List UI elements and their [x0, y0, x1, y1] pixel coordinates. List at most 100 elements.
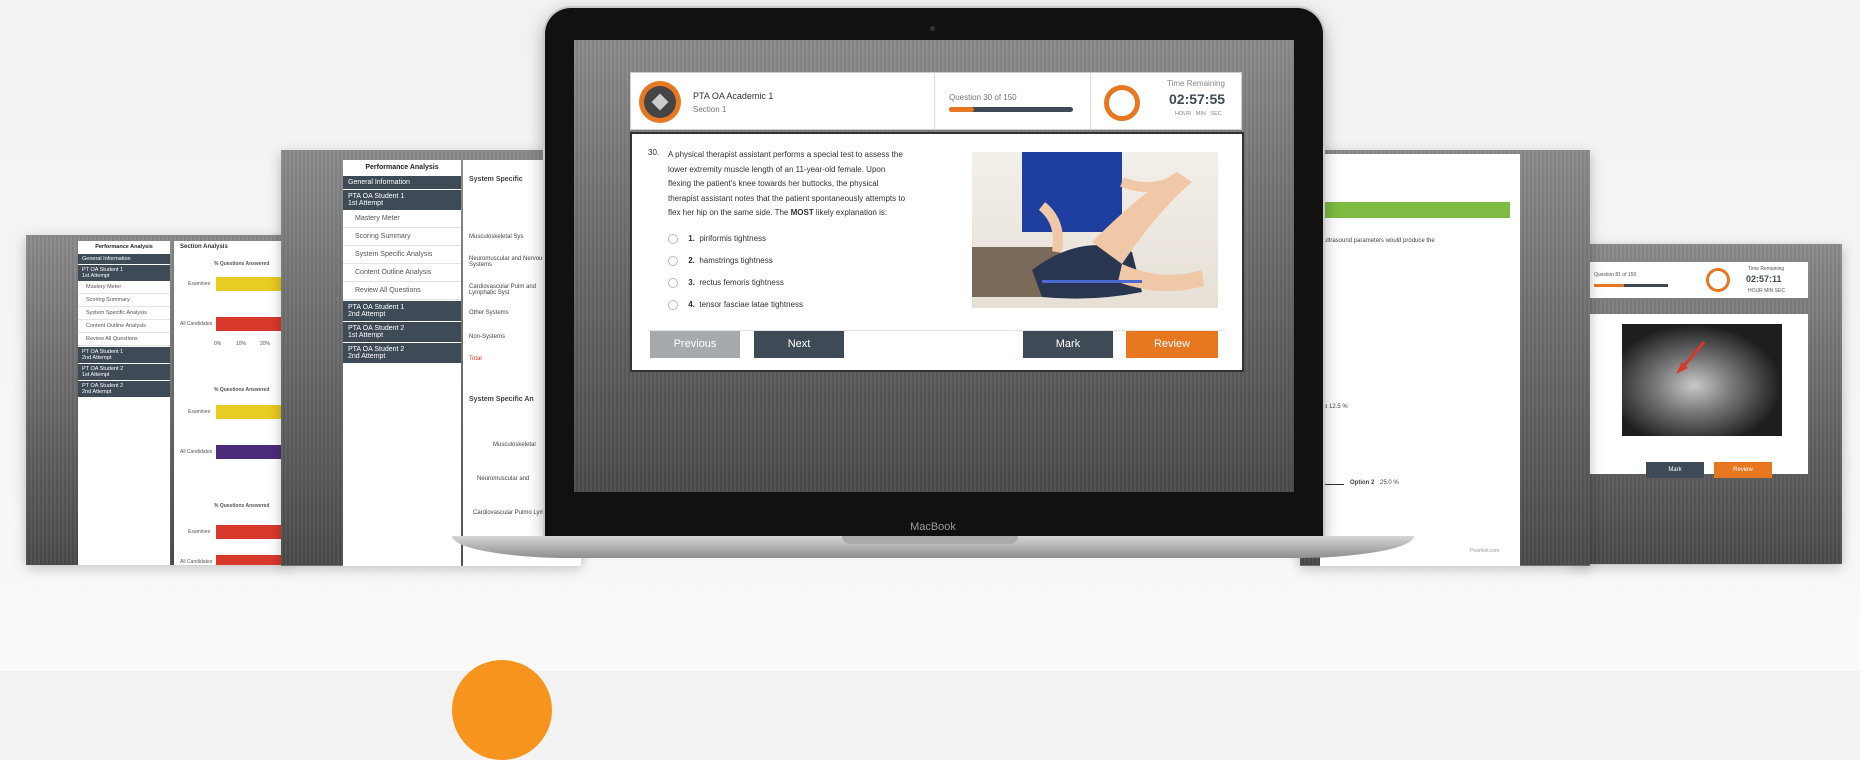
answer-option-1[interactable]: 1. piriformis tightness: [668, 234, 766, 244]
mid-group-1-name: PTA OA Student 1: [348, 304, 405, 311]
radio-3[interactable]: [668, 278, 678, 288]
question-number: 30.: [648, 148, 660, 157]
exam-screen: PTA OA Academic 1 Section 1 Question 30 …: [574, 40, 1294, 492]
far-right-header: Question 81 of 150 Time Remaining 02:57:…: [1588, 262, 1808, 298]
mid-student-1[interactable]: PTA OA Student 1 1st Attempt: [343, 189, 461, 210]
right-option2-val: 25.0 %: [1380, 480, 1399, 486]
left-chart-1-label: % Questions Answered: [214, 261, 270, 267]
review-button[interactable]: Review: [1126, 331, 1218, 358]
left-section-analysis-title: Section Analysis: [180, 244, 228, 250]
question-line-2: lower extremity muscle length of an 11-y…: [668, 164, 886, 174]
laptop-notch: [842, 536, 1018, 544]
mid-row-5: Non-Systems: [469, 334, 506, 340]
left-chart-2-bar-b: [216, 445, 288, 459]
mid-item-system[interactable]: System Specific Analysis: [343, 246, 461, 264]
left-item-review[interactable]: Review All Questions: [78, 333, 170, 346]
answer-option-2[interactable]: 2. hamstrings tightness: [668, 256, 773, 266]
right-stat: b 12.5 %: [1324, 404, 1348, 410]
mid-item-scoring[interactable]: Scoring Summary: [343, 228, 461, 246]
left-group-2[interactable]: PT OA Student 2 1st Attempt: [78, 363, 170, 380]
mid-group-1-attempt: 2nd Attempt: [348, 311, 386, 318]
right-option2: Option 2: [1350, 480, 1375, 486]
question-line-5a: flex her hip on the same side. The: [668, 208, 791, 217]
left-group-1[interactable]: PT OA Student 1 2nd Attempt: [78, 346, 170, 363]
left-chart-2-row-b: All Candidates: [180, 449, 213, 455]
mid-item-content[interactable]: Content Outline Analysis: [343, 264, 461, 282]
left-item-content[interactable]: Content Outline Analysis: [78, 320, 170, 333]
time-value: 02:57:55: [1169, 91, 1226, 107]
mid-group-2-attempt: 1st Attempt: [348, 332, 384, 339]
camera-dot: [930, 26, 935, 31]
left-chart-3-label: % Questions Answered: [214, 503, 270, 509]
left-chart-1-tick-0: 0%: [214, 341, 222, 347]
far-right-mark-button[interactable]: Mark: [1646, 462, 1704, 478]
mid-header-2: System Specific An: [469, 396, 534, 403]
mid-background-panel: Performance Analysis General Information…: [281, 150, 581, 566]
far-right-timer-ring: [1706, 268, 1730, 292]
left-item-scoring[interactable]: Scoring Summary: [78, 294, 170, 307]
answer-option-3[interactable]: 3. rectus femoris tightness: [668, 278, 784, 288]
mark-button[interactable]: Mark: [1023, 331, 1113, 358]
question-line-5c: likely explanation is:: [813, 208, 888, 217]
previous-button[interactable]: Previous: [650, 331, 740, 358]
mid-item-mastery[interactable]: Mastery Meter: [343, 210, 461, 228]
mid-general-info[interactable]: General Information: [343, 175, 461, 189]
mid-group-2[interactable]: PTA OA Student 2 1st Attempt: [343, 321, 461, 342]
mid-header: System Specific: [469, 176, 523, 183]
question-line-3: flexing the patient's knee towards her b…: [668, 179, 879, 188]
mid-group-3-attempt: 2nd Attempt: [348, 353, 386, 360]
mid-item-review[interactable]: Review All Questions: [343, 282, 461, 300]
timer-ring: [1104, 85, 1140, 121]
radio-4[interactable]: [668, 300, 678, 310]
left-student-1-attempt: 1st Attempt: [82, 273, 110, 279]
question-photo: [972, 152, 1218, 308]
mid-row-1: Musculoskeletal Sys: [469, 234, 524, 240]
mid-row2-1: Musculoskeletal: [493, 442, 536, 448]
question-line-5: flex her hip on the same side. The MOST …: [668, 206, 954, 221]
laptop-brand: MacBook: [910, 521, 956, 533]
left-sidebar-title: Performance Analysis: [95, 244, 153, 250]
mid-student-1-name: PTA OA Student 1: [348, 193, 405, 200]
right-content: ultrasound parameters would produce the …: [1320, 154, 1520, 566]
mid-group-1[interactable]: PTA OA Student 1 2nd Attempt: [343, 300, 461, 321]
option-1-text: piriformis tightness: [699, 234, 767, 244]
radio-1[interactable]: [668, 234, 678, 244]
left-item-system[interactable]: System Specific Analysis: [78, 307, 170, 320]
mid-student-1-attempt: 1st Attempt: [348, 200, 384, 207]
answer-option-4[interactable]: 4. tensor fasciae latae tightness: [668, 300, 803, 310]
left-general-info[interactable]: General Information: [78, 253, 170, 264]
mid-sidebar-title: Performance Analysis: [365, 164, 439, 171]
left-sidebar: Performance Analysis General Information…: [78, 241, 170, 565]
time-units: HOUR MIN SEC: [1175, 111, 1222, 117]
stretch-test-illustration: [972, 152, 1204, 299]
exam-title: PTA OA Academic 1: [693, 91, 774, 101]
mid-row-4: Other Systems: [469, 310, 509, 316]
left-chart-1-tick-1: 10%: [236, 341, 247, 347]
left-chart-1-row-b: All Candidates: [180, 321, 213, 327]
left-item-mastery[interactable]: Mastery Meter: [78, 281, 170, 294]
right-background-panel: ultrasound parameters would produce the …: [1300, 150, 1590, 566]
option-4-number: 4.: [688, 300, 695, 310]
far-right-body: [1588, 314, 1808, 474]
left-group-1-attempt: 2nd Attempt: [82, 355, 112, 361]
mid-group-3-name: PTA OA Student 2: [348, 346, 405, 353]
option-4-text: tensor fasciae latae tightness: [699, 300, 803, 310]
far-right-review-button[interactable]: Review: [1714, 462, 1772, 478]
option-3-text: rectus femoris tightness: [699, 278, 784, 288]
far-right-question-label: Question 81 of 150: [1594, 272, 1637, 278]
option-2-number: 2.: [688, 256, 695, 266]
mid-row-total: Total: [469, 356, 482, 362]
left-group-3[interactable]: PT OA Student 2 2nd Attempt: [78, 380, 170, 397]
mid-group-3[interactable]: PTA OA Student 2 2nd Attempt: [343, 342, 461, 363]
option-2-text: hamstrings tightness: [699, 256, 773, 266]
right-footer: Pearlnet.com: [1470, 548, 1500, 554]
left-chart-2-bar-a: [216, 405, 288, 419]
radio-2[interactable]: [668, 256, 678, 266]
left-student-1[interactable]: PT OA Student 1 1st Attempt: [78, 264, 170, 281]
next-button[interactable]: Next: [754, 331, 844, 358]
left-chart-2-label: % Questions Answered: [214, 387, 270, 393]
mid-row2-2: Neuromuscular and: [477, 476, 530, 482]
question-progress-bar: [949, 107, 1073, 112]
question-line-1: A physical therapist assistant performs …: [668, 150, 903, 159]
left-chart-1-tick-2: 20%: [260, 341, 271, 347]
